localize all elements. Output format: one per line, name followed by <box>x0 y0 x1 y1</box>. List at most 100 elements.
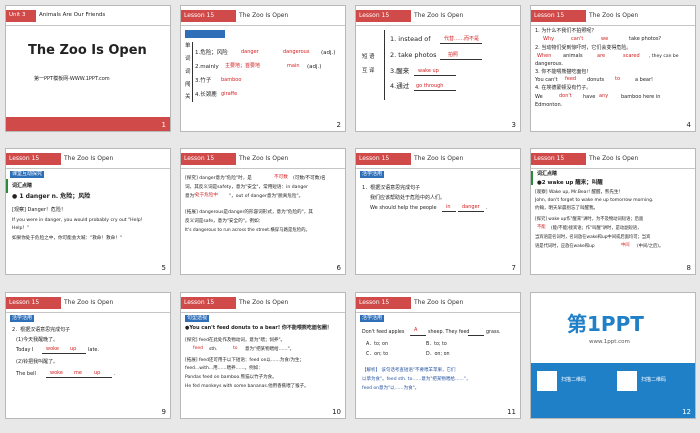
line: bamboo here in <box>621 94 661 100</box>
answer: up <box>94 370 101 376</box>
blank-line <box>440 43 482 44</box>
section-tag: 活学活用 <box>360 171 385 178</box>
slide-thumbnail-7[interactable]: Lesson 15 The Zoo Is Open 活学活用 1．根据汉语意思完… <box>355 148 521 275</box>
pos-label: (adj.) <box>321 50 336 56</box>
answer: 拍照 <box>448 52 459 58</box>
line: Don't feed apples <box>362 330 405 335</box>
lesson-title: The Zoo Is Open <box>239 155 289 162</box>
section-tag: 活学活用 <box>360 315 385 322</box>
unit-title: Animals Are Our Friends <box>39 12 106 18</box>
answer: main <box>287 63 300 69</box>
answer: 代替……而不是 <box>444 36 480 42</box>
line: 2. 当动物们受到惊吓时，它们会变得危险。 <box>535 45 632 51</box>
accent-bar <box>531 171 533 185</box>
answer: don't <box>559 93 572 99</box>
line: sth. <box>209 347 218 352</box>
qr-code-icon <box>617 371 637 391</box>
line: He fed monkeys with some bananas.他用香蕉喂了猴… <box>185 384 309 389</box>
qr-caption: 扫描二维码 <box>561 377 587 383</box>
line: 4. 在埃德蒙顿没有竹子。 <box>535 85 592 91</box>
answer: dangerous <box>283 49 310 55</box>
side-char: 语 <box>369 54 375 60</box>
line: 意为"把某物喂给……"。 <box>245 347 295 352</box>
line: 当宾语是名词时，名词放在wake和up中间或后面均可；当宾 <box>535 235 651 240</box>
line: ● 1 danger n. 危险；风险 <box>12 193 91 200</box>
side-char: 译 <box>369 68 375 74</box>
lesson-label: Lesson 15 <box>356 153 411 165</box>
section-tag: 句型透视 <box>185 315 210 322</box>
lesson-title: The Zoo Is Open <box>239 299 289 306</box>
line: a bear! <box>635 77 654 83</box>
lesson-label: Lesson 15 <box>531 153 586 165</box>
side-char: 词 <box>185 69 191 75</box>
answer: 中间 <box>621 243 630 248</box>
slide-thumbnail-12[interactable]: 第1PPT www.1ppt.com 扫描二维码 扫描二维码 12 <box>530 292 696 419</box>
line: [观察] Danger！危险！ <box>12 207 66 213</box>
slide-number: 6 <box>336 264 341 272</box>
slide-thumbnail-8[interactable]: Lesson 15 The Zoo Is Open 词汇点睛 ●2 wake u… <box>530 148 696 275</box>
slide-thumbnail-4[interactable]: Lesson 15 The Zoo Is Open 1. 为什么不我们不拍照呢？… <box>530 5 696 132</box>
slide-number: 8 <box>686 264 691 272</box>
answer: danger <box>241 49 259 55</box>
slide-number: 2 <box>336 121 341 129</box>
blank-line <box>458 211 484 212</box>
line: 词汇点睛 <box>537 171 558 177</box>
line: have <box>583 94 596 100</box>
lesson-label: Lesson 15 <box>181 153 236 165</box>
side-char: 短 <box>362 54 368 60</box>
line: 2．根据汉语意思完成句子 <box>12 327 71 333</box>
blank-line <box>440 59 482 60</box>
slide-number: 9 <box>161 408 166 416</box>
slide-thumbnail-1[interactable]: Unit 3 Animals Are Our Friends The Zoo I… <box>5 5 171 132</box>
lesson-title: The Zoo Is Open <box>239 12 289 19</box>
line: We should help the people <box>370 205 437 211</box>
line: Today I <box>16 347 34 353</box>
line: It's dangerous to run across the street.… <box>185 228 310 233</box>
answer: danger <box>462 204 480 210</box>
lesson-title: The Zoo Is Open <box>414 12 464 19</box>
row-text: 2. take photos <box>390 51 437 59</box>
line: [探究] feed在此处作及物动词，意为"喂；饲养"。 <box>185 338 286 343</box>
slide-thumbnail-3[interactable]: Lesson 15 The Zoo Is Open 短 语 互 译 1. ins… <box>355 5 521 132</box>
line: 1．根据汉语意思完成句子 <box>362 185 421 191</box>
line: dangerous. <box>535 61 564 67</box>
lesson-title: The Zoo Is Open <box>414 299 464 306</box>
line: ●You can't feed donuts to a bear! 你不能喂熊吃… <box>185 325 332 331</box>
slide-thumbnail-2[interactable]: Lesson 15 The Zoo Is Open 单 词 词 闯 关 1.危险… <box>180 5 346 132</box>
slide-thumbnail-5[interactable]: Lesson 15 The Zoo Is Open 课堂互动探究 词汇点睛 ● … <box>5 148 171 275</box>
answer: woke <box>50 370 63 376</box>
line: ●2 wake up 醒来；叫醒 <box>537 180 603 186</box>
slide-title: The Zoo Is Open <box>28 43 147 58</box>
slide-number: 1 <box>161 121 166 129</box>
line: grass. <box>486 330 501 335</box>
line: feed on意为"以……为食"。 <box>362 386 420 391</box>
section-tab <box>185 30 225 38</box>
answer: woke <box>46 346 59 352</box>
slide-number: 3 <box>511 121 516 129</box>
row-text: 3.醒来 <box>390 67 410 75</box>
answer: feed <box>193 346 203 351</box>
slide-thumbnail-6[interactable]: Lesson 15 The Zoo Is Open [探究] danger意为"… <box>180 148 346 275</box>
side-char: 单 <box>185 43 191 49</box>
line: John, don't forget to wake me up tomorro… <box>535 198 654 203</box>
brand-url: www.1ppt.com <box>589 339 630 345</box>
slide-thumbnail-10[interactable]: Lesson 15 The Zoo Is Open 句型透视 ●You can'… <box>180 292 346 419</box>
line: take photos? <box>629 36 662 42</box>
blank-line <box>414 75 456 76</box>
answer: 不能 <box>537 225 546 230</box>
line: "，out of danger意为"脱离危险"。 <box>229 194 304 199</box>
line: Edmonton. <box>535 102 563 108</box>
answer: are <box>597 53 606 59</box>
blank-line <box>410 335 426 336</box>
blank-line <box>414 90 456 91</box>
lesson-title: The Zoo Is Open <box>414 155 464 162</box>
line: (1)今天我醒晚了。 <box>16 337 59 343</box>
slide-thumbnail-9[interactable]: Lesson 15 The Zoo Is Open 活学活用 2．根据汉语意思完… <box>5 292 171 419</box>
slide-thumbnail-11[interactable]: Lesson 15 The Zoo Is Open 活学活用 Don't fee… <box>355 292 521 419</box>
section-tag: 活学活用 <box>10 315 35 322</box>
line: We <box>535 94 543 100</box>
line: 语是代词时，应放在wake和up <box>535 244 595 249</box>
line: 以草为食"。feed sth. to……意为"把某物喂给……"， <box>362 377 471 382</box>
line: 如果你处于危险之中，你可能会大喊："救命！救命！" <box>12 236 122 241</box>
blank-line <box>442 211 456 212</box>
